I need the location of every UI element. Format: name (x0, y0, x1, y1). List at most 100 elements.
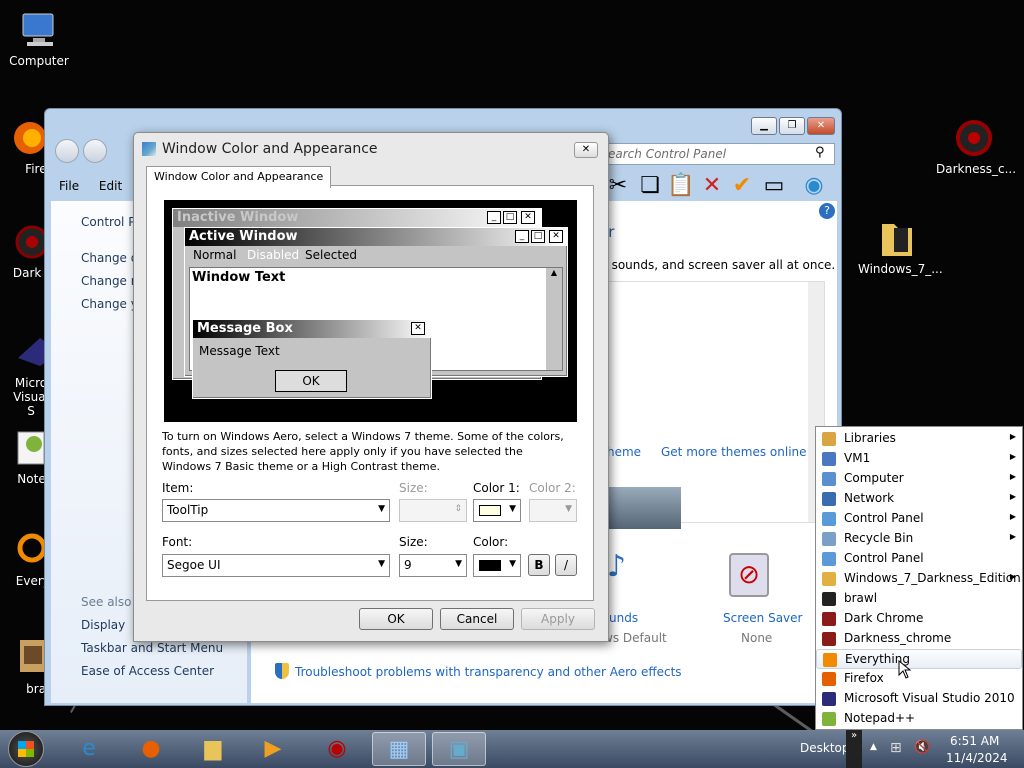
tab-window-color[interactable]: Window Color and Appearance (146, 166, 332, 188)
screensaver-label[interactable]: Screen Saver (723, 611, 802, 625)
show-hidden-icons-icon[interactable]: ▲ (870, 742, 877, 752)
chevron-down-icon: ▼ (509, 504, 516, 514)
font-label: Font: (162, 535, 193, 549)
taskbar-explorer-icon[interactable]: ▆ (186, 732, 240, 766)
theme-thumbnail[interactable] (607, 487, 681, 529)
computer-icon (19, 10, 59, 50)
cancel-button[interactable]: Cancel (440, 608, 514, 630)
menu-item-label: Libraries (844, 431, 896, 445)
font-select[interactable]: Segoe UI ▼ (162, 554, 390, 577)
menu-item-label: brawl (844, 591, 878, 605)
minimize-button[interactable]: ▁ (751, 117, 777, 135)
menu-item-darkness-chrome[interactable]: Darkness_chrome (816, 629, 1022, 649)
start-button[interactable] (8, 731, 44, 767)
desktop-icon-computer[interactable]: Computer (1, 10, 77, 68)
color2-picker[interactable]: ▼ (529, 499, 577, 522)
menu-item-icon (822, 612, 836, 626)
see-also-ease[interactable]: Ease of Access Center (81, 664, 214, 678)
shield-icon (275, 663, 289, 679)
toolbar-expand-chevron-icon[interactable]: » (846, 730, 862, 768)
color1-picker[interactable]: ▼ (473, 499, 521, 522)
sounds-value: ws Default (603, 631, 667, 645)
preview-minimize-icon: _ (515, 230, 529, 243)
menu-item-computer[interactable]: Computer ▶ (816, 469, 1022, 489)
search-input[interactable]: earch Control Panel (601, 143, 835, 165)
taskbar-firefox-icon[interactable]: ● (124, 732, 178, 766)
sounds-icon[interactable]: ♪ (607, 549, 626, 584)
sounds-label[interactable]: unds (609, 611, 638, 625)
dialog-tab-body: Inactive Window _ □ ✕ Active Window _ □ … (146, 185, 594, 601)
preview-msgbox-text: Message Text (199, 344, 280, 358)
forward-button[interactable] (83, 139, 107, 163)
submenu-arrow-icon: ▶ (1009, 532, 1016, 541)
menu-item-everything[interactable]: Everything (816, 649, 1022, 669)
desktop-icon-darkness-chrome[interactable]: Darkness_c... (936, 118, 1016, 176)
bold-button[interactable]: B (528, 554, 550, 576)
menu-item-network[interactable]: Network ▶ (816, 489, 1022, 509)
delete-icon[interactable]: ✕ (699, 173, 725, 199)
menu-item-control-panel[interactable]: Control Panel (816, 549, 1022, 569)
maximize-button[interactable]: ❐ (779, 117, 805, 135)
menu-item-notepad-[interactable]: Notepad++ (816, 709, 1022, 729)
font-size-select[interactable]: 9 ▼ (399, 554, 467, 577)
menu-item-label: Darkness_chrome (844, 631, 952, 645)
menu-item-windows-7-darkness-edition[interactable]: Windows_7_Darkness_Edition ▶ (816, 569, 1022, 589)
menu-item-brawl[interactable]: brawl (816, 589, 1022, 609)
taskbar-media-player-icon[interactable]: ▶ (246, 732, 300, 766)
properties-icon[interactable]: ▭ (761, 173, 787, 199)
menu-item-icon (822, 692, 836, 706)
cp-left-link[interactable]: Change d (81, 251, 138, 265)
screensaver-icon[interactable]: ⊘ (729, 553, 769, 597)
menu-file[interactable]: File (51, 175, 87, 197)
check-icon[interactable]: ✔ (729, 173, 755, 199)
see-also-display[interactable]: Display (81, 618, 125, 632)
menu-item-control-panel[interactable]: Control Panel ▶ (816, 509, 1022, 529)
apply-button[interactable]: Apply (521, 608, 595, 630)
menu-edit[interactable]: Edit (91, 175, 130, 197)
volume-muted-icon[interactable]: 🔇 (914, 740, 930, 755)
preview-active-title: Active Window (185, 228, 567, 246)
aero-info-text: To turn on Windows Aero, select a Window… (162, 430, 564, 473)
network-globe-icon[interactable]: ◉ (801, 173, 827, 199)
troubleshoot-link[interactable]: Troubleshoot problems with transparency … (295, 665, 682, 679)
darkness-chrome-icon (954, 118, 994, 158)
desktop-icon-windows7-folder[interactable]: Windows_7_... (858, 216, 943, 276)
menu-item-firefox[interactable]: Firefox (816, 669, 1022, 689)
italic-button[interactable]: / (555, 554, 577, 576)
taskbar-ie-icon[interactable]: e (62, 732, 116, 766)
taskbar-control-panel-icon[interactable]: ▦ (372, 732, 426, 766)
more-themes-link[interactable]: Get more themes online (661, 445, 807, 459)
dialog-close-button[interactable]: ✕ (574, 142, 598, 158)
menu-item-vm1[interactable]: VM1 ▶ (816, 449, 1022, 469)
theme-link-fragment[interactable]: heme (607, 445, 641, 459)
paste-icon[interactable]: 📋 (667, 173, 694, 199)
folder-icon (876, 216, 916, 256)
menu-item-dark-chrome[interactable]: Dark Chrome (816, 609, 1022, 629)
menu-item-libraries[interactable]: Libraries ▶ (816, 429, 1022, 449)
network-tray-icon[interactable]: ⊞ (890, 740, 902, 756)
taskbar-dark-chrome-icon[interactable]: ◉ (310, 732, 364, 766)
item-select[interactable]: ToolTip ▼ (162, 499, 390, 522)
menu-item-recycle-bin[interactable]: Recycle Bin ▶ (816, 529, 1022, 549)
menu-item-icon (822, 472, 836, 486)
see-also-title: See also (81, 595, 132, 609)
menu-item-icon (822, 712, 836, 726)
clock-date[interactable]: 11/4/2024 (946, 751, 1008, 765)
copy-icon[interactable]: ❏ (637, 173, 663, 199)
back-button[interactable] (55, 139, 79, 163)
everything-icon (8, 530, 48, 570)
close-button[interactable]: ✕ (807, 117, 835, 135)
clock-time[interactable]: 6:51 AM (950, 734, 999, 748)
help-icon[interactable]: ? (819, 203, 835, 219)
taskbar-appearance-icon[interactable]: ▣ (432, 732, 486, 766)
menu-item-icon (822, 512, 836, 526)
preview-scrollbar: ▲ (546, 268, 562, 370)
item-size-spinner[interactable]: ⇕ (399, 499, 467, 522)
see-also-taskbar[interactable]: Taskbar and Start Menu (81, 641, 223, 655)
desktop-toolbar-label[interactable]: Desktop (800, 741, 850, 755)
menu-item-label: Computer (844, 471, 904, 485)
search-icon[interactable]: ⚲ (815, 145, 825, 160)
menu-item-microsoft-visual-studio-2010[interactable]: Microsoft Visual Studio 2010 (816, 689, 1022, 709)
ok-button[interactable]: OK (359, 608, 433, 630)
font-color-picker[interactable]: ▼ (473, 554, 521, 577)
